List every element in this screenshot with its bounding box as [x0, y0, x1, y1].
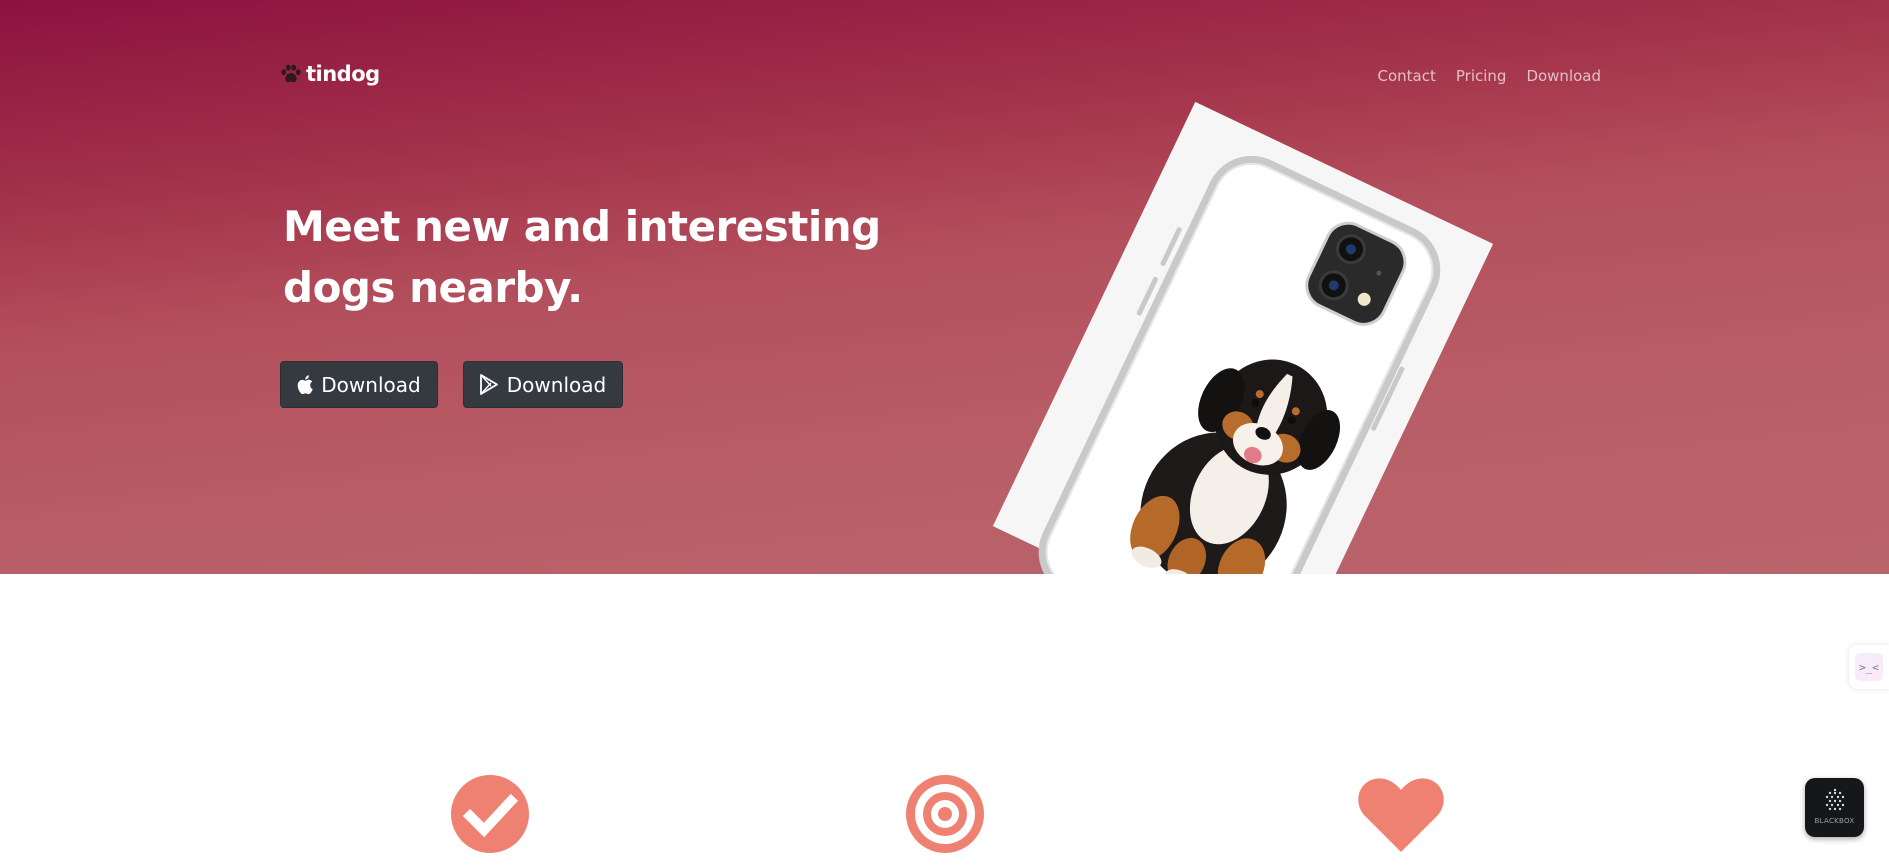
- nav-item-pricing[interactable]: Pricing: [1456, 67, 1507, 85]
- camera-flash: [1355, 290, 1373, 308]
- headline-line-2: dogs nearby.: [283, 263, 583, 312]
- blackbox-logo-icon: [1825, 788, 1845, 811]
- download-android-label: Download: [506, 372, 607, 397]
- side-widget-button[interactable]: >_<: [1849, 645, 1889, 689]
- headline-line-1: Meet new and interesting: [283, 202, 881, 251]
- check-circle-icon: [450, 774, 530, 859]
- download-ios-label: Download: [321, 372, 421, 397]
- camera-lens: [1330, 229, 1371, 270]
- camera-mic: [1375, 269, 1383, 277]
- brand-logo[interactable]: tindog: [280, 62, 380, 86]
- apple-icon: [297, 375, 313, 394]
- blackbox-label: BLACKBOX: [1814, 817, 1855, 825]
- camera-lens: [1313, 265, 1354, 306]
- heart-icon: [1357, 776, 1445, 859]
- google-play-icon: [479, 374, 498, 395]
- side-widget-label: >_<: [1855, 653, 1883, 681]
- phone-image: [992, 101, 1494, 574]
- brand-name: tindog: [306, 62, 380, 86]
- blackbox-widget-button[interactable]: BLACKBOX: [1805, 778, 1864, 837]
- paw-icon: [281, 64, 301, 83]
- download-android-button[interactable]: Download: [463, 361, 623, 408]
- bullseye-icon: [905, 774, 985, 859]
- hero-section: tindog Contact Pricing Download Meet new…: [0, 0, 1889, 574]
- hero-headline: Meet new and interesting dogs nearby.: [283, 196, 923, 318]
- nav-item-contact[interactable]: Contact: [1378, 67, 1436, 85]
- nav-item-download[interactable]: Download: [1526, 67, 1601, 85]
- top-nav: Contact Pricing Download: [1378, 67, 1601, 85]
- download-ios-button[interactable]: Download: [280, 361, 438, 408]
